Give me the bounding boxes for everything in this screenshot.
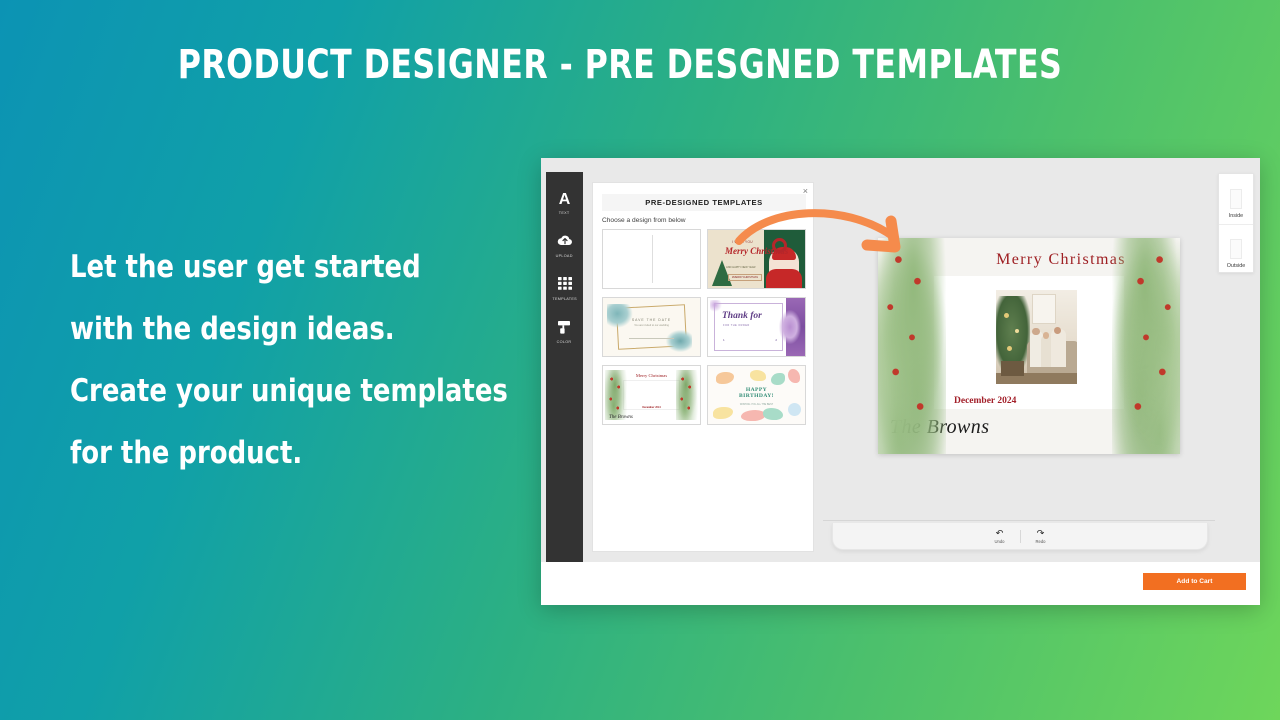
lilac-flowers <box>779 310 801 344</box>
text-icon: A <box>558 191 571 208</box>
slide-canvas: PRODUCT DESIGNER - PRE DESGNED TEMPLATES… <box>0 0 1280 720</box>
confetti-shape <box>750 370 766 381</box>
side-toggle-outside-label: Outside <box>1226 263 1246 269</box>
sidebar-item-text-label: TEXT <box>559 210 570 216</box>
template-thumb-blank-card[interactable] <box>602 229 701 289</box>
christmas-tree-icon <box>712 260 732 286</box>
body-copy-line-1: Let the user get started <box>70 249 421 285</box>
santa-tag: #MERRYCHRISTMAS <box>728 274 763 281</box>
santa-coat <box>766 269 802 288</box>
sidebar-item-templates[interactable]: TEMPLATES <box>546 277 583 301</box>
template-thumb-santa-merry-christmas[interactable]: I WISH YOU Merry Christmas AND HAPPY NEW… <box>707 229 806 289</box>
birthday-heading-line-1: HAPPY <box>745 387 768 393</box>
sidebar-item-upload-label: UPLOAD <box>555 253 574 259</box>
side-toggle-inside-label: Inside <box>1228 213 1244 219</box>
template-thumb-happy-birthday[interactable]: HAPPY BIRTHDAY! WISHING YOU ALL THE BEST <box>707 365 806 425</box>
holly-heading: Merry Christmas <box>635 373 668 378</box>
paint-roller-icon <box>557 320 572 337</box>
santa-caption: I WISH YOU <box>732 240 753 244</box>
confetti-shape <box>741 410 765 421</box>
template-thumb-merry-christmas-holly[interactable]: Merry Christmas December 2024 The Browns <box>602 365 701 425</box>
lilac-corner-flower <box>710 300 722 312</box>
app-footer: Add to Cart <box>541 562 1260 605</box>
thank-you-col-left: 1 <box>723 338 725 342</box>
santa-sub: AND HAPPY NEW YEAR <box>726 266 756 269</box>
save-the-date-rules <box>629 338 674 339</box>
cloud-upload-icon <box>557 234 573 251</box>
holly-sprig-left <box>605 370 627 420</box>
confetti-shape <box>716 372 734 384</box>
sidebar-item-upload[interactable]: UPLOAD <box>546 234 583 258</box>
toolbar-divider <box>1019 529 1021 543</box>
app-body: A TEXT UPLOAD TEMPLATES COLOR PRE-DESIGN… <box>541 158 1260 562</box>
outside-page-icon <box>1230 239 1242 259</box>
holly-date: December 2024 <box>642 406 661 409</box>
add-to-cart-button[interactable]: Add to Cart <box>1143 573 1246 590</box>
card-photo-panel[interactable] <box>934 276 1124 409</box>
thank-you-columns: 1 2 <box>723 338 777 342</box>
sidebar-item-color-label: COLOR <box>557 339 572 345</box>
template-thumb-thank-you-lilac[interactable]: Thank for FOR THE ORDER 1 2 <box>707 297 806 357</box>
birthday-sub: WISHING YOU ALL THE BEST <box>739 403 774 406</box>
redo-button[interactable]: ↷ Redo <box>1023 528 1059 544</box>
redo-arrow-icon: ↷ <box>1036 528 1045 538</box>
page-title: PRODUCT DESIGNER - PRE DESGNED TEMPLATES <box>177 42 1063 88</box>
undo-button-label: Undo <box>994 539 1005 544</box>
santa-heading: Merry Christmas <box>725 246 789 256</box>
birthday-heading-line-2: BIRTHDAY! <box>739 393 774 400</box>
tool-sidebar: A TEXT UPLOAD TEMPLATES COLOR <box>546 172 583 562</box>
thank-you-sub: FOR THE ORDER <box>723 324 750 327</box>
family-photo[interactable] <box>996 290 1077 384</box>
canvas-divider <box>823 520 1215 521</box>
side-toggle-outside[interactable]: Outside <box>1219 224 1253 274</box>
pre-designed-templates-panel: PRE-DESIGNED TEMPLATES × Choose a design… <box>592 182 814 552</box>
card-title[interactable]: Merry Christmas <box>878 251 1180 269</box>
body-copy-line-3: Create your unique templates <box>70 373 508 409</box>
card-signature[interactable]: The Browns <box>890 416 989 439</box>
card-preview[interactable]: Merry Christmas December 2024 The Browns <box>878 238 1180 454</box>
card-date[interactable]: December 2024 <box>954 396 1016 406</box>
floral-sprig-bottom-right <box>666 330 692 352</box>
side-toggle-inside[interactable]: Inside <box>1219 174 1253 224</box>
holly-sprig-right <box>676 370 698 420</box>
grid-icon <box>557 277 572 294</box>
undo-arrow-icon: ↶ <box>995 528 1004 538</box>
inside-page-icon <box>1230 189 1242 209</box>
thank-you-col-right: 2 <box>775 338 777 342</box>
template-thumb-save-the-date[interactable]: SAVE THE DATE You are invited to our wed… <box>602 297 701 357</box>
side-selector: Inside Outside <box>1218 173 1254 273</box>
product-designer-window: A TEXT UPLOAD TEMPLATES COLOR PRE-DESIGN… <box>541 158 1260 605</box>
confetti-shape <box>771 373 785 385</box>
confetti-shape <box>788 403 801 416</box>
save-the-date-sub: You are invited to our wedding <box>634 324 669 327</box>
birthday-heading: HAPPY BIRTHDAY! <box>739 387 774 400</box>
undo-button[interactable]: ↶ Undo <box>982 528 1018 544</box>
design-canvas[interactable]: Merry Christmas December 2024 The Browns… <box>823 172 1215 562</box>
save-the-date-heading: SAVE THE DATE <box>631 318 672 322</box>
sidebar-item-color[interactable]: COLOR <box>546 320 583 344</box>
confetti-shape <box>713 407 733 419</box>
redo-button-label: Redo <box>1035 539 1046 544</box>
confetti-shape <box>788 369 800 383</box>
panel-title: PRE-DESIGNED TEMPLATES <box>645 198 763 207</box>
body-copy-line-2: with the design ideas. <box>70 311 395 347</box>
floral-sprig-top-left <box>607 304 633 328</box>
template-grid: I WISH YOU Merry Christmas AND HAPPY NEW… <box>602 229 806 425</box>
thank-you-heading: Thank for <box>722 311 762 321</box>
sidebar-item-text[interactable]: A TEXT <box>546 191 583 215</box>
history-toolbar: ↶ Undo ↷ Redo <box>832 523 1208 550</box>
panel-subtitle: Choose a design from below <box>602 217 686 224</box>
close-icon[interactable]: × <box>803 186 808 197</box>
panel-header: PRE-DESIGNED TEMPLATES <box>602 194 806 211</box>
body-copy: Let the user get started with the design… <box>70 236 508 484</box>
body-copy-line-4: for the product. <box>70 435 303 471</box>
holly-signature: The Browns <box>609 415 633 420</box>
sidebar-item-templates-label: TEMPLATES <box>552 296 577 302</box>
confetti-shape <box>763 408 783 420</box>
